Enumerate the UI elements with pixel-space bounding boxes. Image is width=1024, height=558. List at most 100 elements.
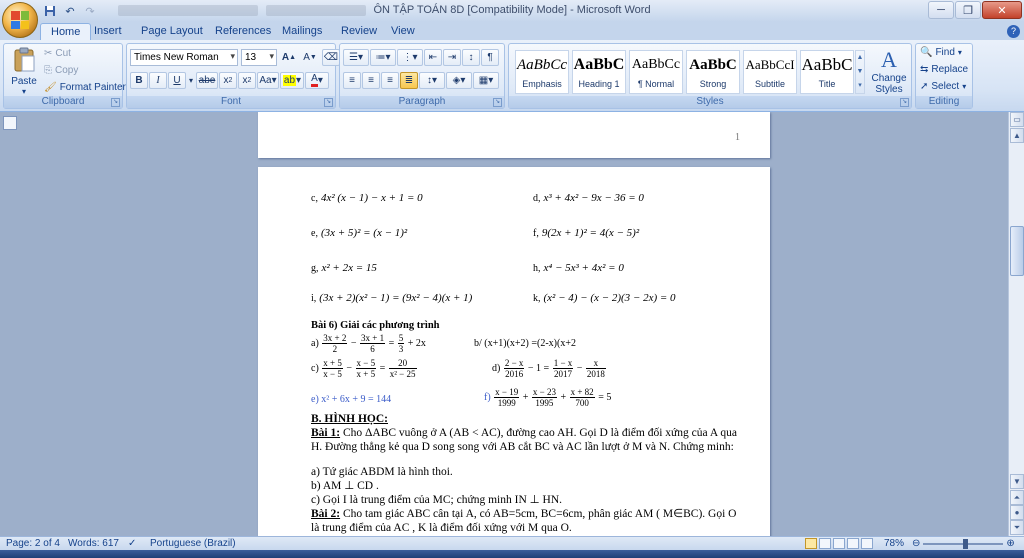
grow-font-icon[interactable]: A ▲ [280,49,298,66]
scroll-down-icon[interactable]: ▼ [1010,474,1024,489]
tab-insert[interactable]: Insert [84,23,132,40]
multilevel-list-icon[interactable]: ⋮▾ [397,49,423,66]
style-normal[interactable]: AaBbCc ¶ Normal [629,50,683,94]
style-heading-1[interactable]: AaBbC Heading 1 [572,50,626,94]
bai6-c-frac-3: 20 x² − 25 [388,358,417,379]
numbering-icon[interactable]: ≔▾ [370,49,396,66]
bullets-icon[interactable]: ☰▾ [343,49,369,66]
format-painter-button[interactable]: 🖌 Format Painter [44,82,126,93]
style-strong[interactable]: AaBbC Strong [686,50,740,94]
borders-icon[interactable]: ▦▾ [473,72,499,89]
justify-icon[interactable]: ≣ [400,72,418,89]
italic-icon[interactable]: I [149,72,167,89]
word-count[interactable]: Words: 617 [68,538,119,549]
geometry-heading: B. HÌNH HỌC: [311,413,388,425]
ruler-toggle-icon[interactable] [3,116,17,130]
align-left-icon[interactable]: ≡ [343,72,361,89]
font-color-icon[interactable]: A ▾ [305,72,329,89]
zoom-in-icon[interactable]: ⊕ [1006,538,1014,549]
bai1-text: Cho ΔABC vuông ở A (AB < AC), đường cao … [311,427,737,453]
scroll-thumb[interactable] [1010,226,1024,276]
bai6-f-frac-2: x − 23 1995 [531,387,557,408]
equation-d: d, x³ + 4x² − 9x − 36 = 0 [533,192,644,204]
style-title[interactable]: AaBbC Title [800,50,854,94]
style-normal-name: ¶ Normal [637,79,675,89]
document-workspace[interactable]: 1 c, 4x² (x − 1) − x + 1 = 0 d, x³ + 4x² −… [0,112,1008,536]
tab-review[interactable]: Review [331,23,387,40]
tab-view[interactable]: View [381,23,425,40]
page-count[interactable]: Page: 2 of 4 [6,538,60,549]
outline-view-icon[interactable] [847,538,859,549]
cut-button[interactable]: ✂ Cut [44,48,71,59]
superscript-icon[interactable]: x2 [238,72,256,89]
print-layout-view-icon[interactable] [805,538,817,549]
language-indicator[interactable]: Portuguese (Brazil) [150,538,236,549]
styles-scroll[interactable]: ▲ ▼ ▾ [855,50,865,94]
bold-icon[interactable]: B [130,72,148,89]
paragraph-launcher-icon[interactable]: ↘ [493,98,502,107]
subscript-icon[interactable]: x2 [219,72,237,89]
paste-button[interactable]: Paste ▾ [9,47,39,96]
increase-indent-icon[interactable]: ⇥ [443,49,461,66]
replace-button[interactable]: ⇆ Replace [920,64,968,75]
style-heading-1-sample: AaBbC [573,56,625,73]
styles-launcher-icon[interactable]: ↘ [900,98,909,107]
tab-page-layout[interactable]: Page Layout [131,23,213,40]
change-case-icon[interactable]: Aa▾ [257,72,279,89]
scissors-icon: ✂ [44,48,53,59]
draft-view-icon[interactable] [861,538,873,549]
highlight-icon[interactable]: ab ▾ [280,72,304,89]
zoom-out-icon[interactable]: ⊖ [912,538,920,549]
tab-mailings[interactable]: Mailings [272,23,332,40]
office-button[interactable] [2,2,38,38]
select-browse-object-icon[interactable]: ● [1010,505,1024,520]
shrink-font-icon[interactable]: A ▼ [301,49,319,66]
clear-formatting-icon[interactable]: ⌫ [322,49,340,66]
vertical-scrollbar[interactable]: ▭ ▲ ▼ ⏶ ● ⏷ [1008,112,1024,536]
proofing-icon[interactable]: ✓ [128,538,136,549]
scroll-up-icon[interactable]: ▲ [1010,128,1024,143]
style-emphasis[interactable]: AaBbCc Emphasis [515,50,569,94]
line-spacing-icon[interactable]: ↕▾ [419,72,445,89]
copy-button[interactable]: ⎘ Copy [44,65,78,76]
document-page[interactable]: c, 4x² (x − 1) − x + 1 = 0 d, x³ + 4x² − 9… [258,167,770,536]
sort-icon[interactable]: ↕ [462,49,480,66]
align-center-icon[interactable]: ≡ [362,72,380,89]
tab-references[interactable]: References [205,23,281,40]
underline-dropdown-icon[interactable]: ▾ [187,72,195,89]
web-layout-icon[interactable] [833,538,845,549]
find-button[interactable]: 🔍 Find ▾ [920,47,962,58]
windows-taskbar [0,550,1024,558]
next-page-icon[interactable]: ⏷ [1010,520,1024,535]
zoom-slider[interactable]: ⊖ ⊕ [912,538,1015,549]
underline-icon[interactable]: U [168,72,186,89]
font-family-select[interactable]: Times New Roman [130,49,238,66]
font-group: Times New Roman 13 A▲ A▼ ⌫ B I U ▾ abe x… [126,43,340,109]
equation-i-label: i, [311,293,317,304]
show-hide-icon[interactable]: ¶ [481,49,499,66]
decrease-indent-icon[interactable]: ⇤ [424,49,442,66]
zoom-level[interactable]: 78% [884,538,904,549]
select-button[interactable]: ➚ Select ▾ [920,81,966,92]
previous-page-icon[interactable]: ⏶ [1010,490,1024,505]
restore-button[interactable]: ❐ [955,1,981,19]
font-size-select[interactable]: 13 [241,49,277,66]
align-right-icon[interactable]: ≡ [381,72,399,89]
ruler-view-icon[interactable]: ▭ [1010,112,1024,127]
equation-i-text: (3x + 2)(x² − 1) = (9x² − 4)(x + 1) [319,292,473,304]
shading-icon[interactable]: ◈▾ [446,72,472,89]
close-button[interactable]: ✕ [982,1,1022,19]
minimize-button[interactable]: ─ [928,1,954,19]
bai6-f-label: f) [484,391,491,403]
full-screen-reading-icon[interactable] [819,538,831,549]
help-icon[interactable]: ? [1007,25,1020,38]
style-subtitle[interactable]: AaBbCcI Subtitle [743,50,797,94]
strikethrough-icon[interactable]: abe [196,72,218,89]
style-heading-1-name: Heading 1 [578,79,620,89]
font-launcher-icon[interactable]: ↘ [324,98,333,107]
zoom-slider-thumb[interactable] [963,538,969,549]
change-styles-button[interactable]: A Change Styles [869,47,909,95]
bai6-c: c) x + 5x − 5 − x − 5x + 5 = 20 x² − 25 [311,358,417,379]
clipboard-launcher-icon[interactable]: ↘ [111,98,120,107]
equation-f: f, 9(2x + 1)² = 4(x − 5)² [533,227,639,239]
